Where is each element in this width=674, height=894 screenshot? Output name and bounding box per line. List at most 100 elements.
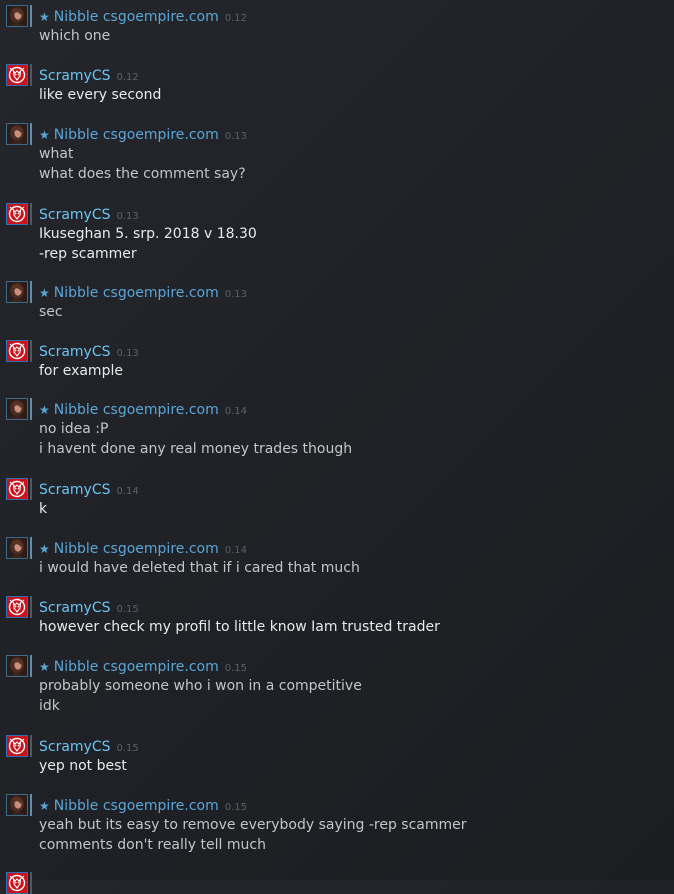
sender-name[interactable]: ScramyCS [39, 600, 111, 616]
red-lion-emblem-avatar-icon[interactable] [6, 478, 28, 500]
message-body: yep not best [39, 756, 127, 776]
woman-portrait-avatar-icon[interactable] [6, 281, 28, 303]
message-text: sec [39, 304, 63, 320]
status-indicator-bar [30, 537, 32, 559]
sender-name[interactable]: ScramyCS [39, 482, 111, 498]
red-lion-emblem-avatar-icon[interactable] [6, 735, 28, 757]
star-icon: ★ [39, 660, 50, 674]
status-indicator-bar [30, 655, 32, 677]
red-lion-emblem-avatar-icon[interactable] [6, 203, 28, 225]
star-icon: ★ [39, 10, 50, 24]
message-header: ★ Nibble csgoempire.com 0.13 [39, 124, 247, 144]
sender-name[interactable]: Nibble csgoempire.com [54, 285, 219, 301]
chat-log: ★ Nibble csgoempire.com 0.12 which one Scram… [0, 0, 674, 894]
message-text: like every second [39, 87, 162, 103]
status-indicator-bar [30, 5, 32, 27]
message-text: idk [39, 698, 60, 714]
message-body: probably someone who i won in a competit… [39, 676, 362, 716]
message-body: k [39, 499, 47, 519]
message-header: ★ Nibble csgoempire.com 0.15 [39, 795, 247, 815]
message-text: Ikuseghan 5. srp. 2018 v 18.30 [39, 226, 257, 242]
message-header: ★ Nibble csgoempire.com 0.13 [39, 282, 247, 302]
message-timestamp: 0.12 [116, 72, 139, 83]
status-indicator-bar [30, 478, 32, 500]
message-timestamp: 0.14 [224, 406, 248, 417]
message-timestamp: 0.15 [116, 604, 139, 615]
sender-name[interactable]: Nibble csgoempire.com [54, 541, 219, 557]
status-indicator-bar [30, 203, 32, 225]
message-timestamp: 0.13 [224, 289, 248, 300]
red-lion-emblem-avatar-icon[interactable] [6, 872, 28, 894]
status-indicator-bar [30, 281, 32, 303]
status-indicator-bar [30, 64, 32, 86]
woman-portrait-avatar-icon[interactable] [6, 537, 28, 559]
message-timestamp: 0.13 [116, 211, 139, 222]
status-indicator-bar [30, 340, 32, 362]
message-body: yeah but its easy to remove everybody sa… [39, 815, 467, 855]
sender-name[interactable]: ScramyCS [39, 344, 111, 360]
sender-name[interactable]: ScramyCS [39, 68, 111, 84]
sender-name[interactable]: Nibble csgoempire.com [54, 127, 219, 143]
message-header: ScramyCS 0.13 [39, 204, 139, 224]
message-header: ★ Nibble csgoempire.com 0.14 [39, 538, 247, 558]
status-indicator-bar [30, 123, 32, 145]
red-lion-emblem-avatar-icon[interactable] [6, 340, 28, 362]
woman-portrait-avatar-icon[interactable] [6, 398, 28, 420]
message-header: ScramyCS 0.15 [39, 597, 139, 617]
sender-name[interactable]: Nibble csgoempire.com [54, 402, 219, 418]
message-text: for example [39, 363, 123, 379]
message-body: no idea :P i havent done any real money t… [39, 419, 352, 459]
message-header: ★ Nibble csgoempire.com 0.14 [39, 399, 247, 419]
red-lion-emblem-avatar-icon[interactable] [6, 64, 28, 86]
star-icon: ★ [39, 799, 50, 813]
message-header: ★ Nibble csgoempire.com 0.15 [39, 656, 247, 676]
status-indicator-bar [30, 398, 32, 420]
message-header: ScramyCS 0.13 [39, 341, 139, 361]
message-text: yeah but its easy to remove everybody sa… [39, 817, 467, 833]
message-text: comments don't really tell much [39, 837, 266, 853]
status-indicator-bar [30, 596, 32, 618]
woman-portrait-avatar-icon[interactable] [6, 123, 28, 145]
message-body: which one [39, 26, 110, 46]
sender-name[interactable]: Nibble csgoempire.com [54, 9, 219, 25]
message-body: sec [39, 302, 63, 322]
star-icon: ★ [39, 542, 50, 556]
message-timestamp: 0.12 [224, 13, 248, 24]
star-icon: ★ [39, 286, 50, 300]
message-text: i havent done any real money trades thou… [39, 441, 353, 457]
message-text: yep not best [39, 758, 127, 774]
message-text: what [39, 146, 74, 162]
message-timestamp: 0.14 [224, 545, 248, 556]
woman-portrait-avatar-icon[interactable] [6, 5, 28, 27]
message-text: however check my profil to little know I… [39, 619, 440, 635]
status-indicator-bar [30, 794, 32, 816]
message-text: probably someone who i won in a competit… [39, 678, 362, 694]
woman-portrait-avatar-icon[interactable] [6, 655, 28, 677]
sender-name[interactable]: Nibble csgoempire.com [54, 659, 219, 675]
message-header: ScramyCS 0.12 [39, 65, 139, 85]
message-timestamp: 0.15 [116, 743, 139, 754]
message-timestamp: 0.14 [116, 486, 139, 497]
message-timestamp: 0.15 [224, 663, 248, 674]
message-body: Ikuseghan 5. srp. 2018 v 18.30 -rep scamm… [39, 224, 257, 264]
message-timestamp: 0.15 [224, 802, 248, 813]
sender-name[interactable]: Nibble csgoempire.com [54, 798, 219, 814]
message-text: i would have deleted that if i cared tha… [39, 560, 360, 576]
message-text: no idea :P [39, 421, 109, 437]
message-text: which one [39, 28, 111, 44]
sender-name[interactable]: ScramyCS [39, 739, 111, 755]
message-body: however check my profil to little know I… [39, 617, 440, 637]
message-text: k [39, 501, 48, 517]
sender-name[interactable]: ScramyCS [39, 207, 111, 223]
message-timestamp: 0.13 [224, 131, 248, 142]
message-body: i would have deleted that if i cared tha… [39, 558, 360, 578]
message-body: for example [39, 361, 123, 381]
message-timestamp: 0.13 [116, 348, 139, 359]
status-indicator-bar [30, 735, 32, 757]
message-header: ScramyCS 0.15 [39, 736, 139, 756]
message-body: what what does the comment say? [39, 144, 246, 184]
woman-portrait-avatar-icon[interactable] [6, 794, 28, 816]
star-icon: ★ [39, 128, 50, 142]
message-text: -rep scammer [39, 246, 137, 262]
red-lion-emblem-avatar-icon[interactable] [6, 596, 28, 618]
